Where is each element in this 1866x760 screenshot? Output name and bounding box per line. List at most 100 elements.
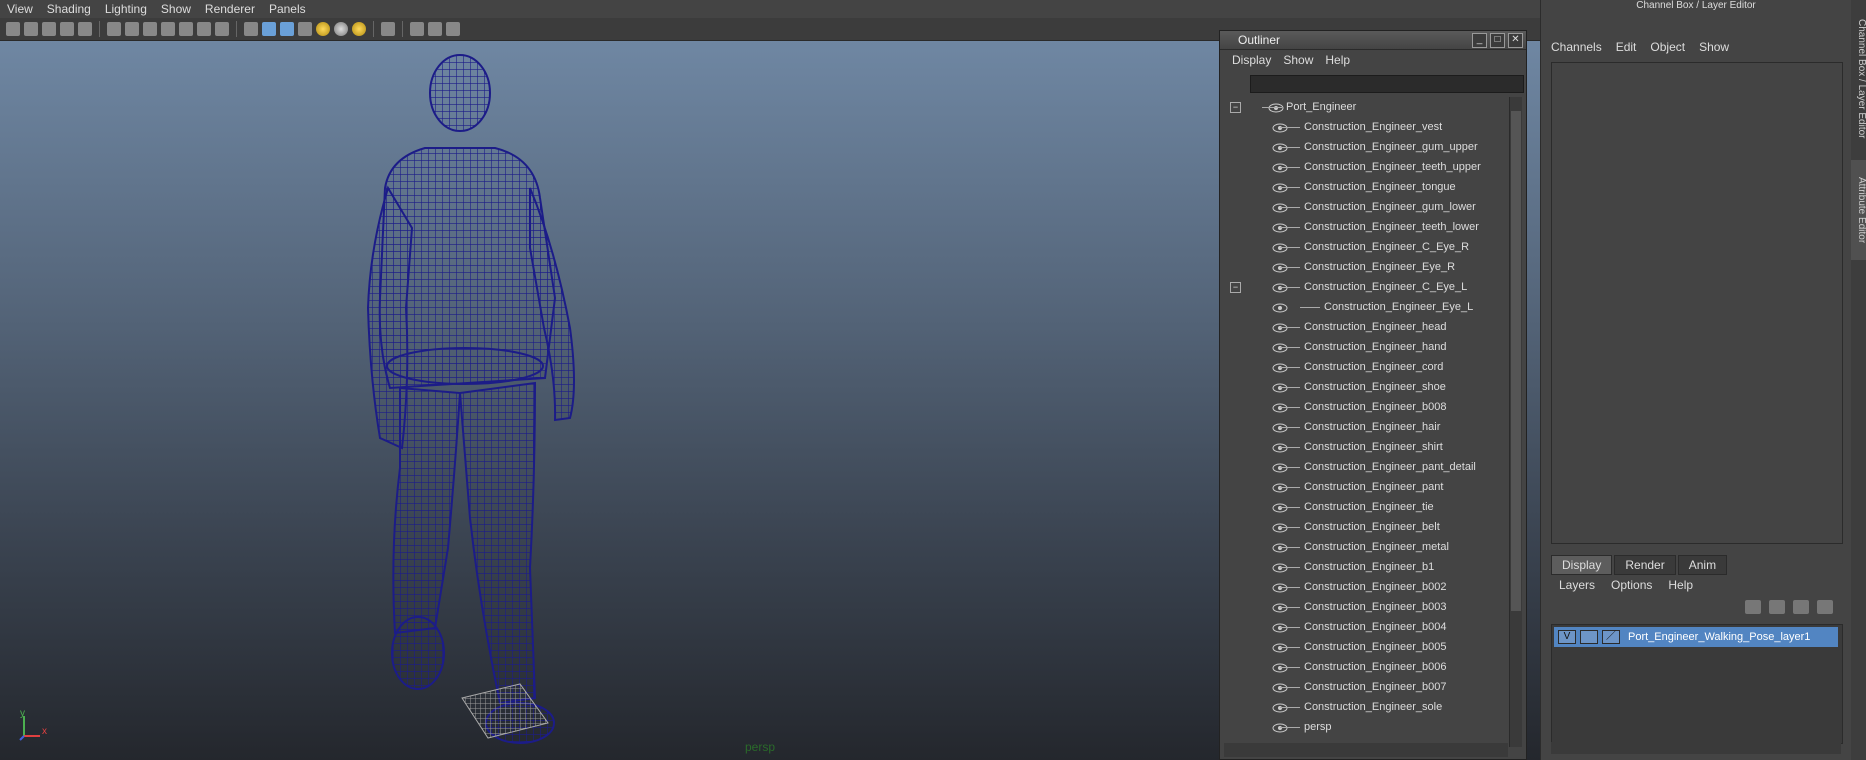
outliner-tree[interactable]: − Port_Engineer Construction_Engineer_vest… (1224, 97, 1508, 747)
layer-display-type-toggle[interactable] (1580, 630, 1598, 644)
menu-view[interactable]: View (0, 2, 40, 16)
tree-row[interactable]: Construction_Engineer_Eye_L (1224, 297, 1508, 317)
tree-row-camera[interactable]: persp (1224, 717, 1508, 737)
tree-row[interactable]: Construction_Engineer_teeth_lower (1224, 217, 1508, 237)
menu-show[interactable]: Show (154, 2, 198, 16)
menu-layers[interactable]: Layers (1559, 578, 1595, 592)
tree-row[interactable]: Construction_Engineer_b008 (1224, 397, 1508, 417)
outliner-vertical-scrollbar[interactable] (1509, 97, 1522, 747)
tree-row[interactable]: Construction_Engineer_b1 (1224, 557, 1508, 577)
tree-row[interactable]: − Construction_Engineer_C_Eye_L (1224, 277, 1508, 297)
layer-color-swatch[interactable]: ／ (1602, 630, 1620, 644)
grid-icon[interactable] (107, 22, 121, 36)
isolate-select-icon[interactable] (381, 22, 395, 36)
tab-attribute-editor[interactable]: Attribute Editor (1851, 160, 1866, 260)
tree-row[interactable]: Construction_Engineer_Eye_R (1224, 257, 1508, 277)
tree-row[interactable]: Construction_Engineer_hand (1224, 337, 1508, 357)
outliner-titlebar[interactable]: Outliner _ □ ✕ (1220, 31, 1526, 50)
wireframe-on-shaded-icon[interactable] (280, 22, 294, 36)
menu-shading[interactable]: Shading (40, 2, 98, 16)
layer-row[interactable]: V ／ Port_Engineer_Walking_Pose_layer1 (1554, 627, 1838, 647)
tree-row[interactable]: Construction_Engineer_head (1224, 317, 1508, 337)
tab-channel-box[interactable]: Channel Box / Layer Editor (1851, 4, 1866, 154)
menu-help[interactable]: Help (1668, 578, 1693, 592)
menu-object[interactable]: Object (1650, 40, 1685, 54)
layer-list-scrollbar[interactable] (1551, 742, 1841, 754)
tree-row[interactable]: Construction_Engineer_cord (1224, 357, 1508, 377)
bookmarks-icon[interactable] (42, 22, 56, 36)
tree-row[interactable]: Construction_Engineer_gum_lower (1224, 197, 1508, 217)
scrollbar-thumb[interactable] (1511, 111, 1521, 611)
layer-list[interactable]: V ／ Port_Engineer_Walking_Pose_layer1 (1551, 624, 1843, 744)
menu-channels[interactable]: Channels (1551, 40, 1602, 54)
outliner-menu-help[interactable]: Help (1319, 53, 1356, 67)
new-layer-from-selection-icon[interactable] (1817, 600, 1833, 614)
new-empty-layer-icon[interactable] (1793, 600, 1809, 614)
select-camera-icon[interactable] (6, 22, 20, 36)
xray-joints-icon[interactable] (428, 22, 442, 36)
tree-row[interactable]: Construction_Engineer_teeth_upper (1224, 157, 1508, 177)
textured-icon[interactable] (298, 22, 312, 36)
move-layer-up-icon[interactable] (1745, 600, 1761, 614)
tree-row[interactable]: Construction_Engineer_pant (1224, 477, 1508, 497)
tree-row[interactable]: Construction_Engineer_b004 (1224, 617, 1508, 637)
default-lighting-icon[interactable] (352, 22, 366, 36)
tree-row[interactable]: Construction_Engineer_pant_detail (1224, 457, 1508, 477)
gate-mask-icon[interactable] (161, 22, 175, 36)
tree-row[interactable]: Construction_Engineer_tie (1224, 497, 1508, 517)
field-chart-icon[interactable] (179, 22, 193, 36)
use-all-lights-icon[interactable] (316, 22, 330, 36)
resolution-gate-icon[interactable] (143, 22, 157, 36)
menu-panels[interactable]: Panels (262, 2, 313, 16)
minimize-icon[interactable]: _ (1472, 32, 1487, 48)
tree-row[interactable]: Construction_Engineer_sole (1224, 697, 1508, 717)
smooth-shade-icon[interactable] (262, 22, 276, 36)
tab-render[interactable]: Render (1614, 555, 1676, 575)
tree-row[interactable]: Construction_Engineer_b006 (1224, 657, 1508, 677)
safe-action-icon[interactable] (197, 22, 211, 36)
tree-row[interactable]: Construction_Engineer_shoe (1224, 377, 1508, 397)
camera-attributes-icon[interactable] (24, 22, 38, 36)
2d-pan-zoom-icon[interactable] (78, 22, 92, 36)
outliner-horizontal-scrollbar[interactable] (1224, 743, 1508, 757)
collapse-toggle-icon[interactable]: − (1230, 101, 1241, 113)
tab-anim[interactable]: Anim (1677, 555, 1728, 575)
tab-display[interactable]: Display (1551, 555, 1613, 575)
outliner-menu-show[interactable]: Show (1277, 53, 1319, 67)
maximize-icon[interactable]: □ (1490, 32, 1505, 48)
xray-icon[interactable] (410, 22, 424, 36)
menu-show[interactable]: Show (1699, 40, 1729, 54)
outliner-menu-display[interactable]: Display (1226, 53, 1277, 67)
safe-title-icon[interactable] (215, 22, 229, 36)
tree-row[interactable]: Construction_Engineer_gum_upper (1224, 137, 1508, 157)
layer-visibility-toggle[interactable]: V (1558, 630, 1576, 644)
image-plane-icon[interactable] (60, 22, 74, 36)
tree-item-label: Construction_Engineer_gum_upper (1304, 141, 1478, 153)
tree-row[interactable]: Construction_Engineer_b007 (1224, 677, 1508, 697)
tree-row[interactable]: Construction_Engineer_b002 (1224, 577, 1508, 597)
wireframe-icon[interactable] (244, 22, 258, 36)
tree-row[interactable]: Construction_Engineer_metal (1224, 537, 1508, 557)
menu-options[interactable]: Options (1611, 578, 1652, 592)
film-gate-icon[interactable] (125, 22, 139, 36)
menu-lighting[interactable]: Lighting (98, 2, 154, 16)
outliner-filter-input[interactable] (1250, 75, 1524, 93)
move-layer-down-icon[interactable] (1769, 600, 1785, 614)
tree-row[interactable]: Construction_Engineer_b003 (1224, 597, 1508, 617)
tree-row[interactable]: Construction_Engineer_belt (1224, 517, 1508, 537)
tree-row[interactable]: Construction_Engineer_hair (1224, 417, 1508, 437)
tree-row[interactable]: Construction_Engineer_C_Eye_R (1224, 237, 1508, 257)
wireframe-character[interactable] (330, 48, 630, 748)
menu-edit[interactable]: Edit (1616, 40, 1637, 54)
collapse-toggle-icon[interactable]: − (1230, 281, 1241, 293)
share-icon[interactable] (446, 22, 460, 36)
channel-box-area[interactable] (1551, 62, 1843, 544)
tree-row[interactable]: Construction_Engineer_shirt (1224, 437, 1508, 457)
shadows-icon[interactable] (334, 22, 348, 36)
tree-row[interactable]: Construction_Engineer_tongue (1224, 177, 1508, 197)
tree-row-root[interactable]: − Port_Engineer (1224, 97, 1508, 117)
menu-renderer[interactable]: Renderer (198, 2, 262, 16)
tree-row[interactable]: Construction_Engineer_vest (1224, 117, 1508, 137)
close-icon[interactable]: ✕ (1508, 32, 1523, 48)
tree-row[interactable]: Construction_Engineer_b005 (1224, 637, 1508, 657)
